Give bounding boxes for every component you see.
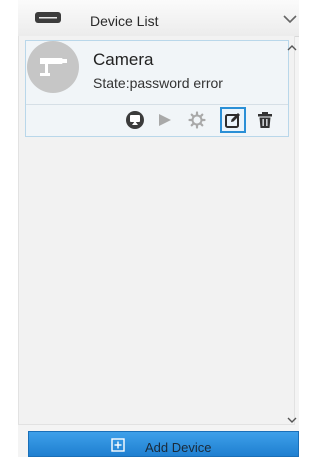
- add-device-button[interactable]: Add Device: [28, 431, 299, 457]
- chevron-down-icon[interactable]: [283, 14, 297, 24]
- scroll-up-icon[interactable]: [287, 44, 297, 52]
- record-icon: [126, 111, 144, 129]
- record-button[interactable]: [122, 107, 148, 133]
- delete-icon: [258, 112, 272, 128]
- play-button[interactable]: [152, 107, 178, 133]
- device-actions: [122, 107, 282, 133]
- settings-icon: [188, 111, 206, 129]
- add-box-icon: [111, 438, 125, 452]
- divider: [26, 104, 288, 105]
- device-name: Camera: [93, 50, 154, 69]
- device-list-icon: [35, 12, 61, 23]
- edit-icon: [225, 113, 240, 128]
- play-icon: [159, 114, 171, 126]
- delete-button[interactable]: [252, 107, 278, 133]
- device-list: Camera State:password error: [18, 36, 295, 425]
- device-list-header: Device List: [18, 0, 299, 37]
- device-item-camera[interactable]: Camera State:password error: [25, 40, 289, 137]
- scroll-down-icon[interactable]: [287, 416, 297, 424]
- camera-icon: [40, 58, 67, 76]
- settings-button[interactable]: [184, 107, 210, 133]
- device-state: State:password error: [93, 75, 223, 91]
- avatar: [27, 41, 79, 93]
- device-list-panel: Device List Camera State:password error: [18, 0, 299, 457]
- add-device-label: Add Device: [145, 440, 212, 455]
- panel-title: Device List: [90, 13, 159, 29]
- edit-button[interactable]: [220, 107, 246, 133]
